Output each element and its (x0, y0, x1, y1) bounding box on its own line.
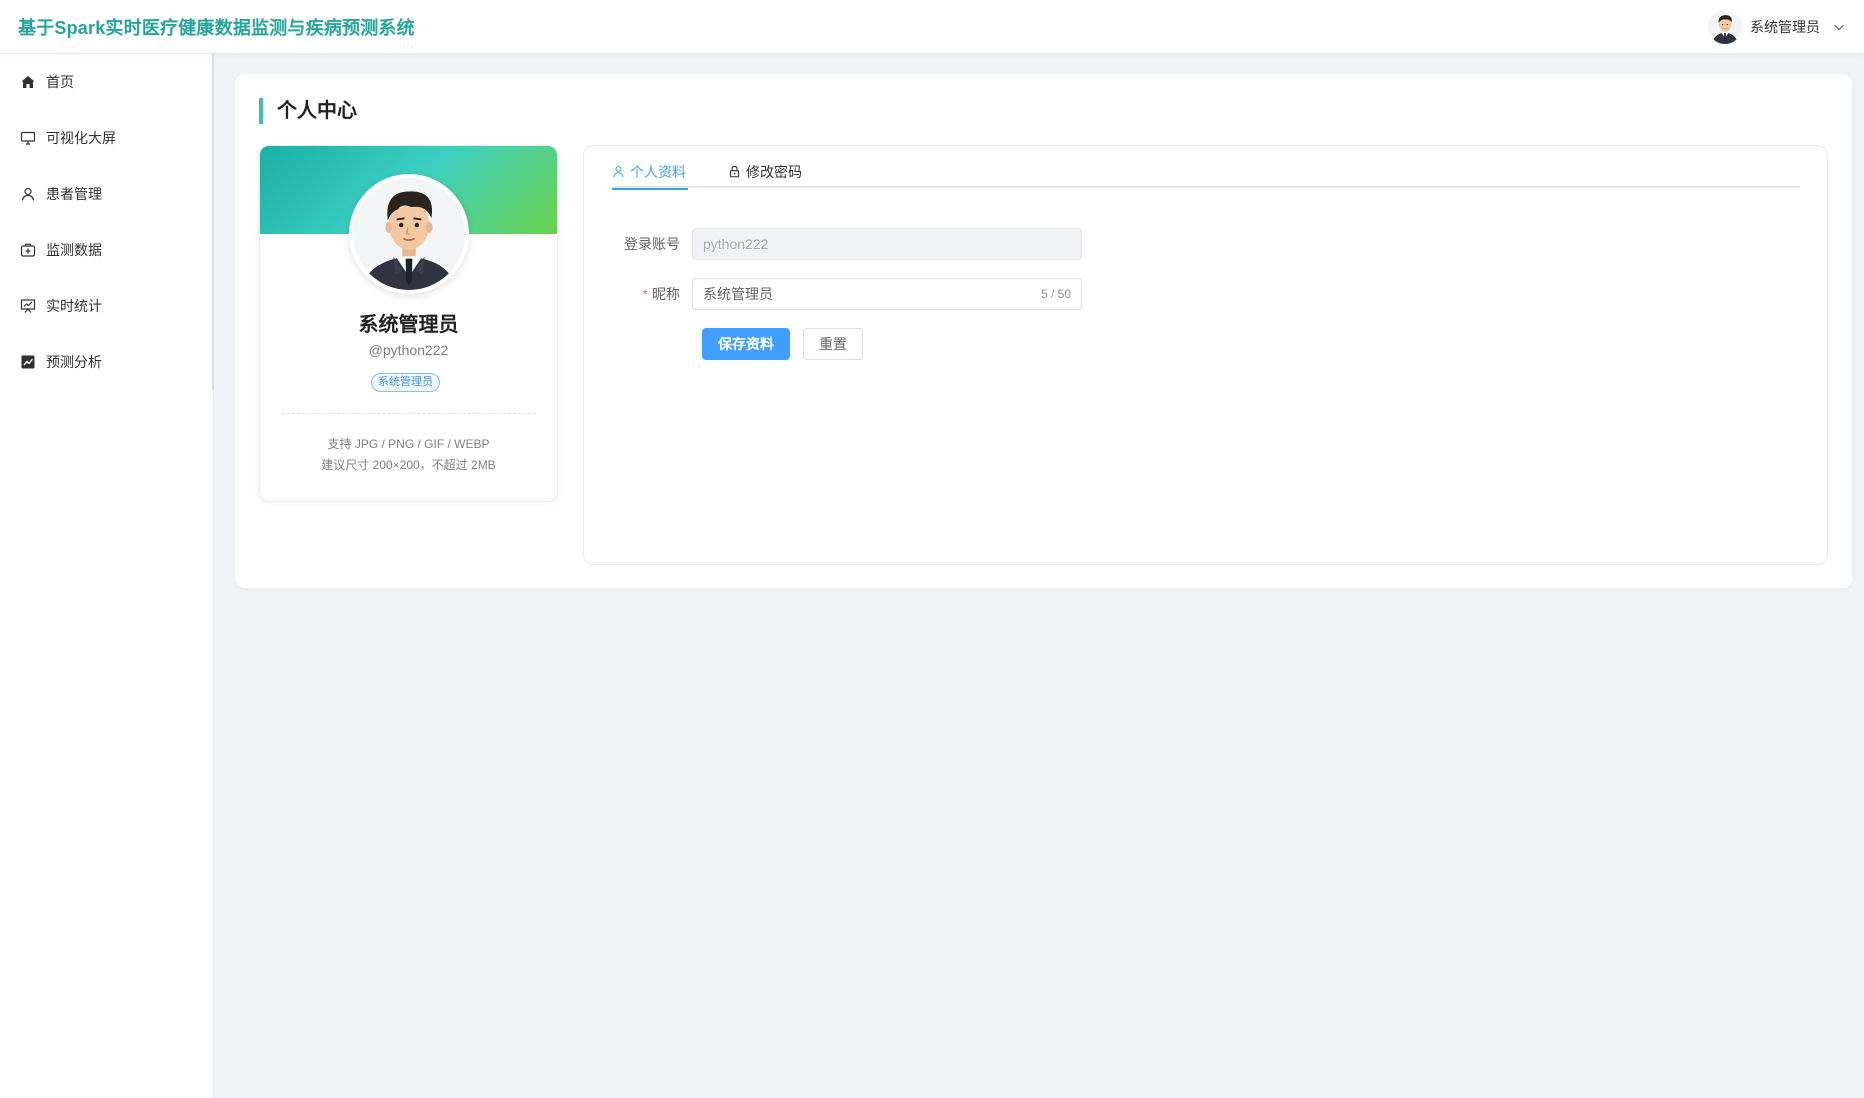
sidebar-item-prediction[interactable]: 预测分析 (0, 334, 213, 390)
page-title: 个人中心 (259, 98, 357, 124)
medical-kit-icon (20, 243, 36, 257)
sidebar-scrollbar[interactable] (212, 54, 214, 390)
sidebar-item-visual-screen[interactable]: 可视化大屏 (0, 110, 213, 166)
save-profile-button[interactable]: 保存资料 (702, 328, 790, 360)
sidebar-item-patients[interactable]: 患者管理 (0, 166, 213, 222)
sidebar-item-realtime-stats[interactable]: 实时统计 (0, 278, 213, 334)
nickname-label-text: 昵称 (652, 286, 680, 302)
home-icon (21, 76, 35, 88)
char-counter: 5 / 50 (1040, 287, 1071, 301)
profile-handle: @python222 (368, 342, 449, 358)
sidebar-item-label: 可视化大屏 (46, 130, 116, 146)
required-mark: * (642, 286, 648, 302)
tab-change-password[interactable]: 修改密码 (728, 164, 802, 188)
account-label: 登录账号 (624, 236, 680, 252)
header-user-name[interactable]: 系统管理员 (1750, 17, 1820, 37)
nickname-row: * 昵称 系统管理员 5 / 50 (612, 278, 1082, 310)
profile-card: 系统管理员 @python222 系统管理员 支持 JPG / PNG / GI… (259, 145, 558, 502)
monitor-icon (20, 131, 36, 145)
account-row: 登录账号 python222 (612, 228, 1082, 260)
app-title: 基于Spark实时医疗健康数据监测与疾病预测系统 (18, 17, 415, 38)
trend-chart-icon (21, 355, 35, 369)
upload-format-hint: 支持 JPG / PNG / GIF / WEBP (327, 437, 490, 451)
sidebar: 首页 可视化大屏 患者管理 监测数据 实时统计 预测分析 (0, 54, 214, 1098)
tab-label: 个人资料 (630, 164, 686, 180)
tabs: 个人资料 修改密码 (612, 164, 1800, 190)
profile-name: 系统管理员 (358, 314, 459, 336)
account-input[interactable]: python222 (692, 228, 1082, 260)
reset-button[interactable]: 重置 (803, 328, 863, 360)
chevron-down-icon[interactable] (1832, 20, 1846, 34)
sidebar-item-label: 首页 (46, 74, 74, 90)
nickname-input[interactable]: 系统管理员 5 / 50 (692, 278, 1082, 310)
tab-profile[interactable]: 个人资料 (612, 164, 688, 190)
header-avatar[interactable] (1708, 9, 1742, 44)
upload-size-hint: 建议尺寸 200×200，不超过 2MB (321, 458, 496, 472)
nickname-label: * 昵称 (612, 284, 692, 304)
user-icon (21, 187, 35, 201)
sidebar-item-label: 监测数据 (46, 242, 102, 258)
tab-label: 修改密码 (746, 164, 802, 180)
top-header: 基于Spark实时医疗健康数据监测与疾病预测系统 系统管理员 (0, 0, 1864, 54)
sidebar-item-label: 实时统计 (46, 298, 102, 314)
nickname-value: 系统管理员 (703, 286, 773, 302)
profile-avatar-upload[interactable] (349, 174, 469, 294)
user-menu[interactable]: 系统管理员 (1708, 9, 1846, 44)
sidebar-item-monitoring-data[interactable]: 监测数据 (0, 222, 213, 278)
sidebar-item-label: 预测分析 (46, 354, 102, 370)
lock-icon (729, 165, 740, 178)
profile-form-panel: 个人资料 修改密码 登录账号 python222 * 昵称 系统管理员 5 / 5… (583, 145, 1828, 565)
presentation-chart-icon (20, 299, 36, 313)
sidebar-item-label: 患者管理 (46, 186, 102, 202)
main-card: 个人中心 系统管理员 @python222 系统管理员 支持 JPG / PNG… (235, 74, 1852, 588)
role-badge: 系统管理员 (371, 373, 440, 392)
sidebar-item-home[interactable]: 首页 (0, 54, 213, 110)
divider (282, 413, 536, 414)
user-icon (613, 166, 624, 178)
